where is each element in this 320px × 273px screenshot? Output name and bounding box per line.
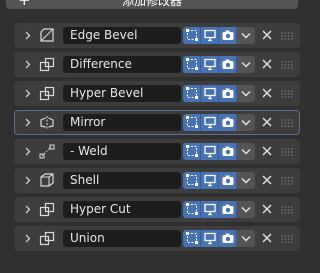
- drag-handle-icon[interactable]: [281, 177, 293, 185]
- chevron-right-icon[interactable]: [23, 234, 32, 243]
- chevron-down-icon[interactable]: [237, 27, 255, 44]
- modifier-stack: Edge Bevel Difference Hyper Bevel Mirror…: [14, 23, 300, 255]
- editmode-toggle[interactable]: [183, 172, 201, 189]
- solidify-icon: [40, 173, 54, 187]
- chevron-right-icon[interactable]: [23, 31, 32, 40]
- modifier-name-field[interactable]: Union: [63, 230, 181, 247]
- viewport-toggle[interactable]: [201, 27, 219, 44]
- render-toggle[interactable]: [219, 143, 237, 160]
- modifier-name-field[interactable]: Shell: [63, 172, 181, 189]
- render-toggle[interactable]: [219, 85, 237, 102]
- boolean-icon: [39, 202, 55, 217]
- modifier-visibility-buttons: [183, 114, 255, 131]
- viewport-toggle[interactable]: [201, 143, 219, 160]
- chevron-down-icon[interactable]: [237, 230, 255, 247]
- render-toggle[interactable]: [219, 27, 237, 44]
- modifier-visibility-buttons: [183, 143, 255, 160]
- close-icon[interactable]: [261, 232, 273, 244]
- chevron-right-icon[interactable]: [23, 89, 32, 98]
- chevron-right-icon[interactable]: [23, 118, 32, 127]
- editmode-toggle[interactable]: [183, 85, 201, 102]
- modifier-row-edge-bevel[interactable]: Edge Bevel: [14, 23, 300, 48]
- editmode-toggle[interactable]: [183, 114, 201, 131]
- modifier-visibility-buttons: [183, 27, 255, 44]
- viewport-toggle[interactable]: [201, 56, 219, 73]
- render-toggle[interactable]: [219, 201, 237, 218]
- editmode-toggle[interactable]: [183, 230, 201, 247]
- render-toggle[interactable]: [219, 114, 237, 131]
- chevron-down-icon[interactable]: [237, 172, 255, 189]
- bevel-icon: [40, 28, 54, 42]
- editmode-toggle[interactable]: [183, 143, 201, 160]
- chevron-right-icon[interactable]: [23, 60, 32, 69]
- chevron-down-icon[interactable]: [237, 56, 255, 73]
- close-icon[interactable]: [261, 87, 273, 99]
- viewport-toggle[interactable]: [201, 201, 219, 218]
- viewport-toggle[interactable]: [201, 230, 219, 247]
- chevron-down-icon[interactable]: [237, 143, 255, 160]
- modifier-row-mirror[interactable]: Mirror: [14, 110, 300, 135]
- boolean-icon: [39, 231, 55, 246]
- chevron-down-icon[interactable]: [237, 201, 255, 218]
- render-toggle[interactable]: [219, 230, 237, 247]
- drag-handle-icon[interactable]: [281, 235, 293, 243]
- close-icon[interactable]: [261, 29, 273, 41]
- modifier-name-field[interactable]: Mirror: [63, 114, 181, 131]
- mirror-icon: [40, 116, 54, 129]
- modifier-name-field[interactable]: Hyper Bevel: [63, 85, 181, 102]
- modifier-visibility-buttons: [183, 56, 255, 73]
- drag-handle-icon[interactable]: [281, 61, 293, 69]
- chevron-down-icon[interactable]: [237, 85, 255, 102]
- chevron-right-icon[interactable]: [23, 147, 32, 156]
- render-toggle[interactable]: [219, 172, 237, 189]
- editmode-toggle[interactable]: [183, 56, 201, 73]
- drag-handle-icon[interactable]: [281, 148, 293, 156]
- viewport-toggle[interactable]: [201, 114, 219, 131]
- modifier-name-field[interactable]: Difference: [63, 56, 181, 73]
- add-modifier-button[interactable]: + 添加修改器: [6, 0, 298, 9]
- modifier-row-union[interactable]: Union: [14, 226, 300, 251]
- modifier-row-weld[interactable]: - Weld: [14, 139, 300, 164]
- close-icon[interactable]: [261, 174, 273, 186]
- modifier-name-field[interactable]: Hyper Cut: [63, 201, 181, 218]
- render-toggle[interactable]: [219, 56, 237, 73]
- viewport-toggle[interactable]: [201, 172, 219, 189]
- modifier-row-hyper-cut[interactable]: Hyper Cut: [14, 197, 300, 222]
- modifier-visibility-buttons: [183, 201, 255, 218]
- chevron-right-icon[interactable]: [23, 205, 32, 214]
- drag-handle-icon[interactable]: [281, 206, 293, 214]
- modifier-name-field[interactable]: Edge Bevel: [63, 27, 181, 44]
- chevron-right-icon[interactable]: [23, 176, 32, 185]
- modifier-name-field[interactable]: - Weld: [63, 143, 181, 160]
- drag-handle-icon[interactable]: [281, 119, 293, 127]
- modifier-row-shell[interactable]: Shell: [14, 168, 300, 193]
- editmode-toggle[interactable]: [183, 27, 201, 44]
- modifier-row-hyper-bevel[interactable]: Hyper Bevel: [14, 81, 300, 106]
- boolean-icon: [39, 57, 55, 72]
- drag-handle-icon[interactable]: [281, 90, 293, 98]
- drag-handle-icon[interactable]: [281, 32, 293, 40]
- modifier-visibility-buttons: [183, 172, 255, 189]
- modifier-visibility-buttons: [183, 85, 255, 102]
- boolean-icon: [39, 86, 55, 101]
- close-icon[interactable]: [261, 58, 273, 70]
- editmode-toggle[interactable]: [183, 201, 201, 218]
- close-icon[interactable]: [261, 116, 273, 128]
- add-modifier-label: 添加修改器: [121, 0, 182, 8]
- close-icon[interactable]: [261, 145, 273, 157]
- weld-icon: [39, 144, 55, 159]
- modifier-visibility-buttons: [183, 230, 255, 247]
- modifier-row-difference[interactable]: Difference: [14, 52, 300, 77]
- viewport-toggle[interactable]: [201, 85, 219, 102]
- chevron-down-icon[interactable]: [237, 114, 255, 131]
- close-icon[interactable]: [261, 203, 273, 215]
